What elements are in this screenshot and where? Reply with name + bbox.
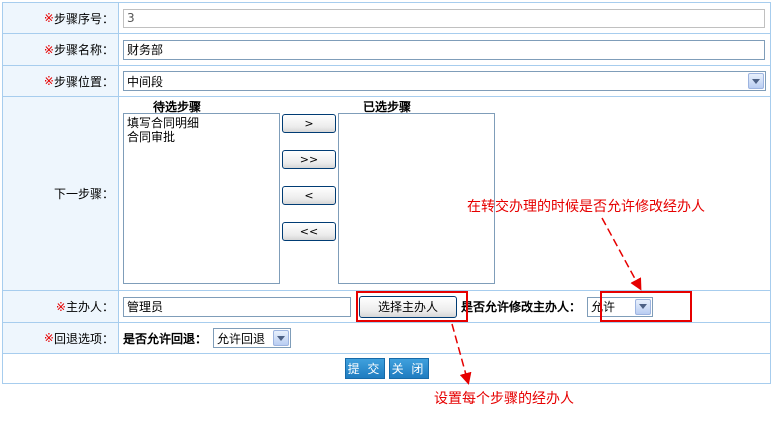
- arrow-to-select-handler: [451, 323, 472, 385]
- annotation-arrows: [451, 217, 642, 385]
- arrow-to-allow-modify: [601, 217, 642, 291]
